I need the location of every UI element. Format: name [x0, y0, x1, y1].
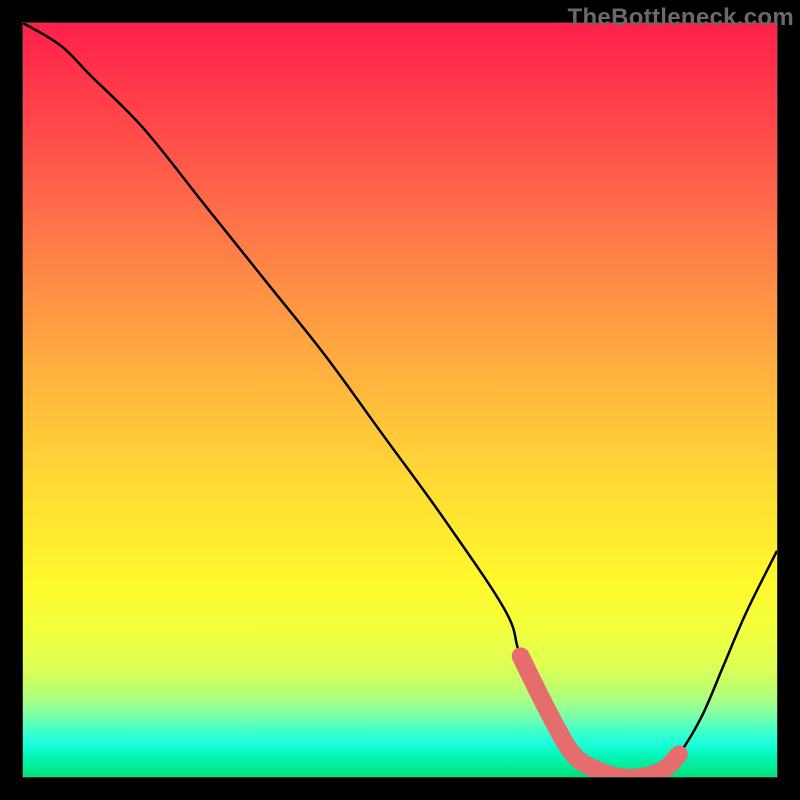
curve-path	[23, 23, 777, 777]
highlight-segment	[521, 656, 679, 777]
plot-area	[22, 22, 778, 778]
bottleneck-curve	[23, 23, 777, 777]
chart-container: TheBottleneck.com	[0, 0, 800, 800]
watermark-text: TheBottleneck.com	[568, 4, 794, 32]
